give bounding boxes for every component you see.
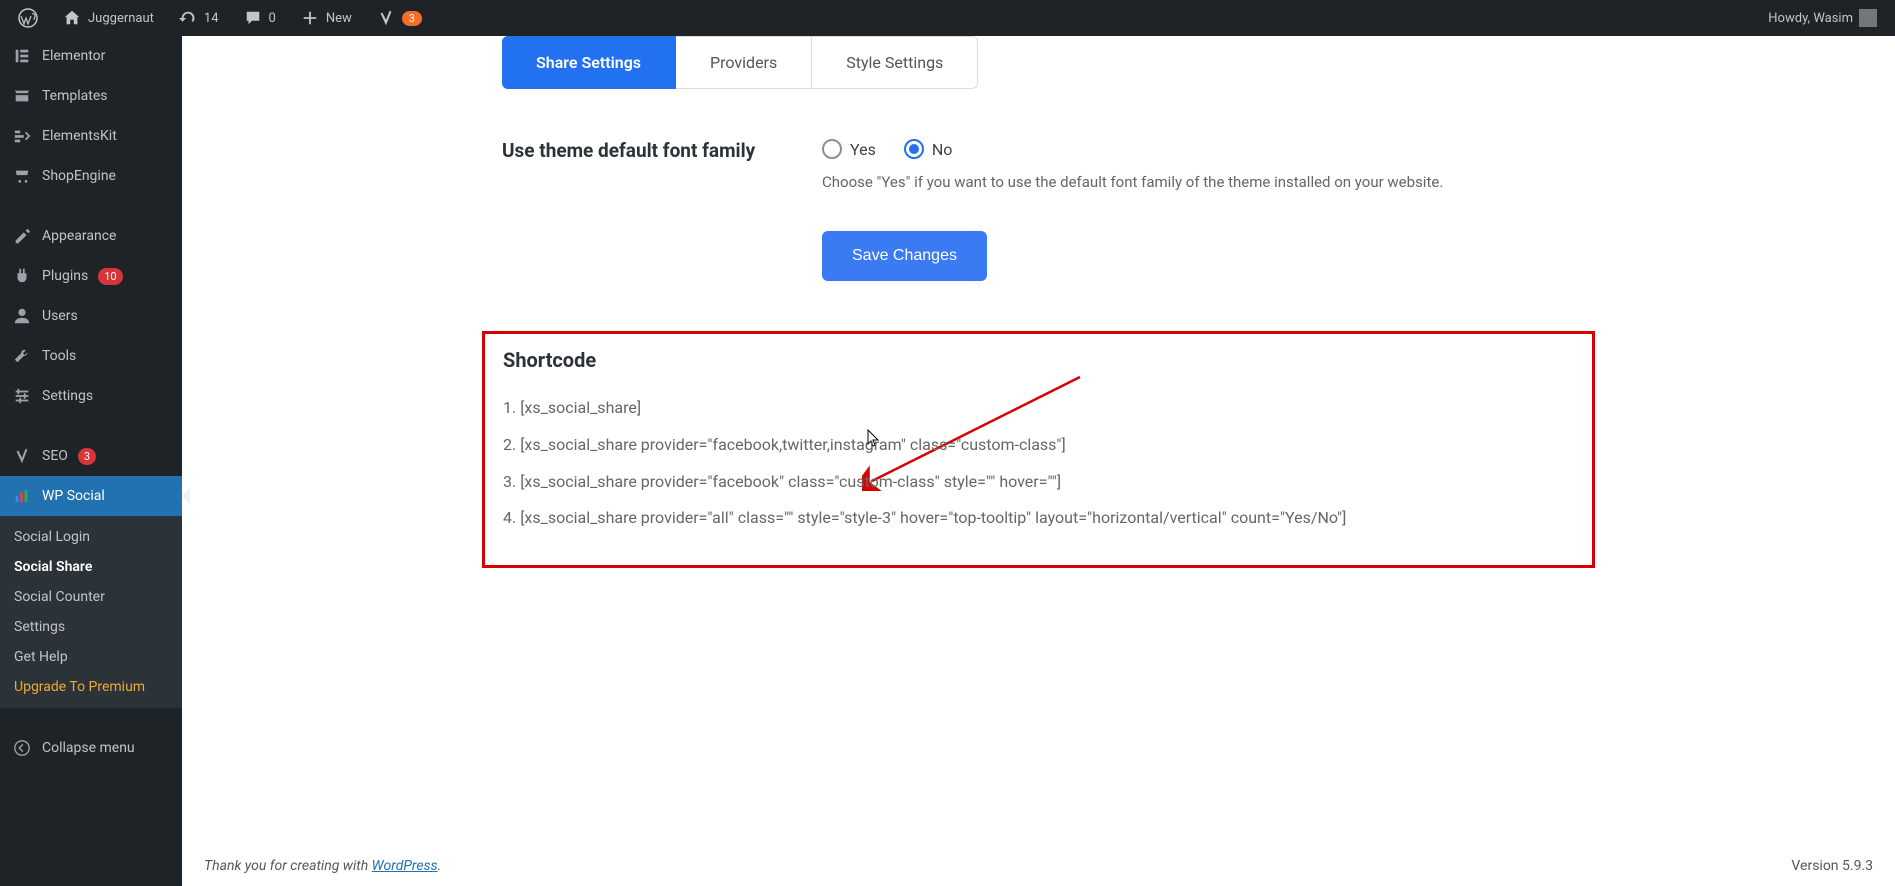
sidebar-item-settings[interactable]: Settings bbox=[0, 376, 182, 416]
sidebar-item-appearance[interactable]: Appearance bbox=[0, 216, 182, 256]
submenu-social-login[interactable]: Social Login bbox=[0, 522, 182, 552]
footer-version: Version 5.9.3 bbox=[1791, 858, 1873, 874]
admin-sidebar: Elementor Templates ElementsKit ShopEngi… bbox=[0, 36, 182, 886]
sidebar-item-label: Templates bbox=[42, 88, 108, 104]
howdy-link[interactable]: Howdy, Wasim bbox=[1758, 0, 1887, 36]
collapse-icon bbox=[12, 738, 32, 758]
sidebar-item-users[interactable]: Users bbox=[0, 296, 182, 336]
plus-icon bbox=[300, 8, 320, 28]
home-icon bbox=[62, 8, 82, 28]
tab-style-settings[interactable]: Style Settings bbox=[812, 36, 978, 89]
shopengine-icon bbox=[12, 166, 32, 186]
radio-no-label: No bbox=[932, 140, 953, 159]
sidebar-item-label: ElementsKit bbox=[42, 128, 117, 144]
radio-icon bbox=[904, 139, 924, 159]
tools-icon bbox=[12, 346, 32, 366]
sidebar-item-label: Users bbox=[42, 308, 78, 324]
howdy-text: Howdy, Wasim bbox=[1768, 11, 1853, 26]
shortcode-item: [xs_social_share provider="facebook,twit… bbox=[503, 427, 1574, 464]
radio-icon bbox=[822, 139, 842, 159]
admin-bar-left: Juggernaut 14 0 New 3 bbox=[8, 0, 432, 36]
updates-icon bbox=[178, 8, 198, 28]
plugins-count-badge: 10 bbox=[98, 268, 122, 285]
admin-footer: Thank you for creating with WordPress. V… bbox=[204, 858, 1873, 874]
seo-count-badge: 3 bbox=[78, 448, 96, 465]
collapse-label: Collapse menu bbox=[42, 740, 135, 756]
shortcode-title: Shortcode bbox=[503, 348, 1574, 372]
shortcode-item: [xs_social_share] bbox=[503, 390, 1574, 427]
setting-description: Choose "Yes" if you want to use the defa… bbox=[822, 173, 1895, 191]
elementor-icon bbox=[12, 46, 32, 66]
settings-icon bbox=[12, 386, 32, 406]
updates-link[interactable]: 14 bbox=[168, 0, 229, 36]
tab-providers[interactable]: Providers bbox=[676, 36, 812, 89]
sidebar-item-label: Settings bbox=[42, 388, 93, 404]
main-content: Share Settings Providers Style Settings … bbox=[182, 36, 1895, 886]
elementskit-icon bbox=[12, 126, 32, 146]
users-icon bbox=[12, 306, 32, 326]
yoast-icon bbox=[376, 8, 396, 28]
sidebar-item-elementor[interactable]: Elementor bbox=[0, 36, 182, 76]
shortcode-box: Shortcode [xs_social_share] [xs_social_s… bbox=[482, 331, 1595, 568]
sidebar-item-seo[interactable]: SEO 3 bbox=[0, 436, 182, 476]
sidebar-item-elementskit[interactable]: ElementsKit bbox=[0, 116, 182, 156]
avatar-icon bbox=[1859, 9, 1877, 27]
comments-link[interactable]: 0 bbox=[233, 0, 286, 36]
setting-control: Yes No Choose "Yes" if you want to use t… bbox=[822, 139, 1895, 191]
sidebar-item-label: Plugins bbox=[42, 268, 88, 284]
wordpress-icon bbox=[18, 8, 38, 28]
radio-no[interactable]: No bbox=[904, 139, 953, 159]
sidebar-item-label: ShopEngine bbox=[42, 168, 116, 184]
wordpress-link[interactable]: WordPress bbox=[372, 858, 438, 874]
site-name: Juggernaut bbox=[88, 11, 154, 26]
save-button[interactable]: Save Changes bbox=[822, 231, 987, 281]
wpsocial-icon bbox=[12, 486, 32, 506]
admin-bar: Juggernaut 14 0 New 3 Howdy, Wasim bbox=[0, 0, 1895, 36]
admin-bar-right: Howdy, Wasim bbox=[1758, 0, 1887, 36]
sidebar-item-label: Appearance bbox=[42, 228, 116, 244]
sidebar-item-shopengine[interactable]: ShopEngine bbox=[0, 156, 182, 196]
submenu-settings[interactable]: Settings bbox=[0, 612, 182, 642]
wp-logo-link[interactable] bbox=[8, 0, 48, 36]
radio-yes-label: Yes bbox=[850, 140, 876, 159]
collapse-menu[interactable]: Collapse menu bbox=[0, 728, 182, 768]
shortcode-item: [xs_social_share provider="facebook" cla… bbox=[503, 464, 1574, 501]
submenu-upgrade[interactable]: Upgrade To Premium bbox=[0, 672, 182, 702]
sidebar-item-label: WP Social bbox=[42, 488, 105, 504]
tab-share-settings[interactable]: Share Settings bbox=[502, 36, 676, 89]
site-link[interactable]: Juggernaut bbox=[52, 0, 164, 36]
yoast-link[interactable]: 3 bbox=[366, 0, 432, 36]
submenu-social-share[interactable]: Social Share bbox=[0, 552, 182, 582]
settings-tabs: Share Settings Providers Style Settings bbox=[502, 36, 1895, 89]
submenu-social-counter[interactable]: Social Counter bbox=[0, 582, 182, 612]
submenu-get-help[interactable]: Get Help bbox=[0, 642, 182, 672]
setting-label: Use theme default font family bbox=[502, 139, 822, 162]
sidebar-item-wpsocial[interactable]: WP Social bbox=[0, 476, 182, 516]
templates-icon bbox=[12, 86, 32, 106]
sidebar-item-label: Tools bbox=[42, 348, 76, 364]
appearance-icon bbox=[12, 226, 32, 246]
radio-yes[interactable]: Yes bbox=[822, 139, 876, 159]
new-label: New bbox=[326, 11, 352, 26]
plugins-icon bbox=[12, 266, 32, 286]
seo-icon bbox=[12, 446, 32, 466]
sidebar-item-label: Elementor bbox=[42, 48, 105, 64]
yoast-badge: 3 bbox=[402, 11, 422, 26]
shortcode-list: [xs_social_share] [xs_social_share provi… bbox=[503, 390, 1574, 537]
setting-font-family: Use theme default font family Yes No Cho… bbox=[502, 139, 1895, 191]
wpsocial-submenu: Social Login Social Share Social Counter… bbox=[0, 516, 182, 708]
comments-count: 0 bbox=[269, 11, 276, 26]
new-link[interactable]: New bbox=[290, 0, 362, 36]
sidebar-item-label: SEO bbox=[42, 448, 68, 464]
sidebar-item-tools[interactable]: Tools bbox=[0, 336, 182, 376]
shortcode-item: [xs_social_share provider="all" class=""… bbox=[503, 500, 1574, 537]
sidebar-item-plugins[interactable]: Plugins 10 bbox=[0, 256, 182, 296]
comment-icon bbox=[243, 8, 263, 28]
radio-group: Yes No bbox=[822, 139, 1895, 159]
sidebar-item-templates[interactable]: Templates bbox=[0, 76, 182, 116]
updates-count: 14 bbox=[204, 11, 219, 26]
footer-thanks: Thank you for creating with WordPress. bbox=[204, 858, 441, 874]
